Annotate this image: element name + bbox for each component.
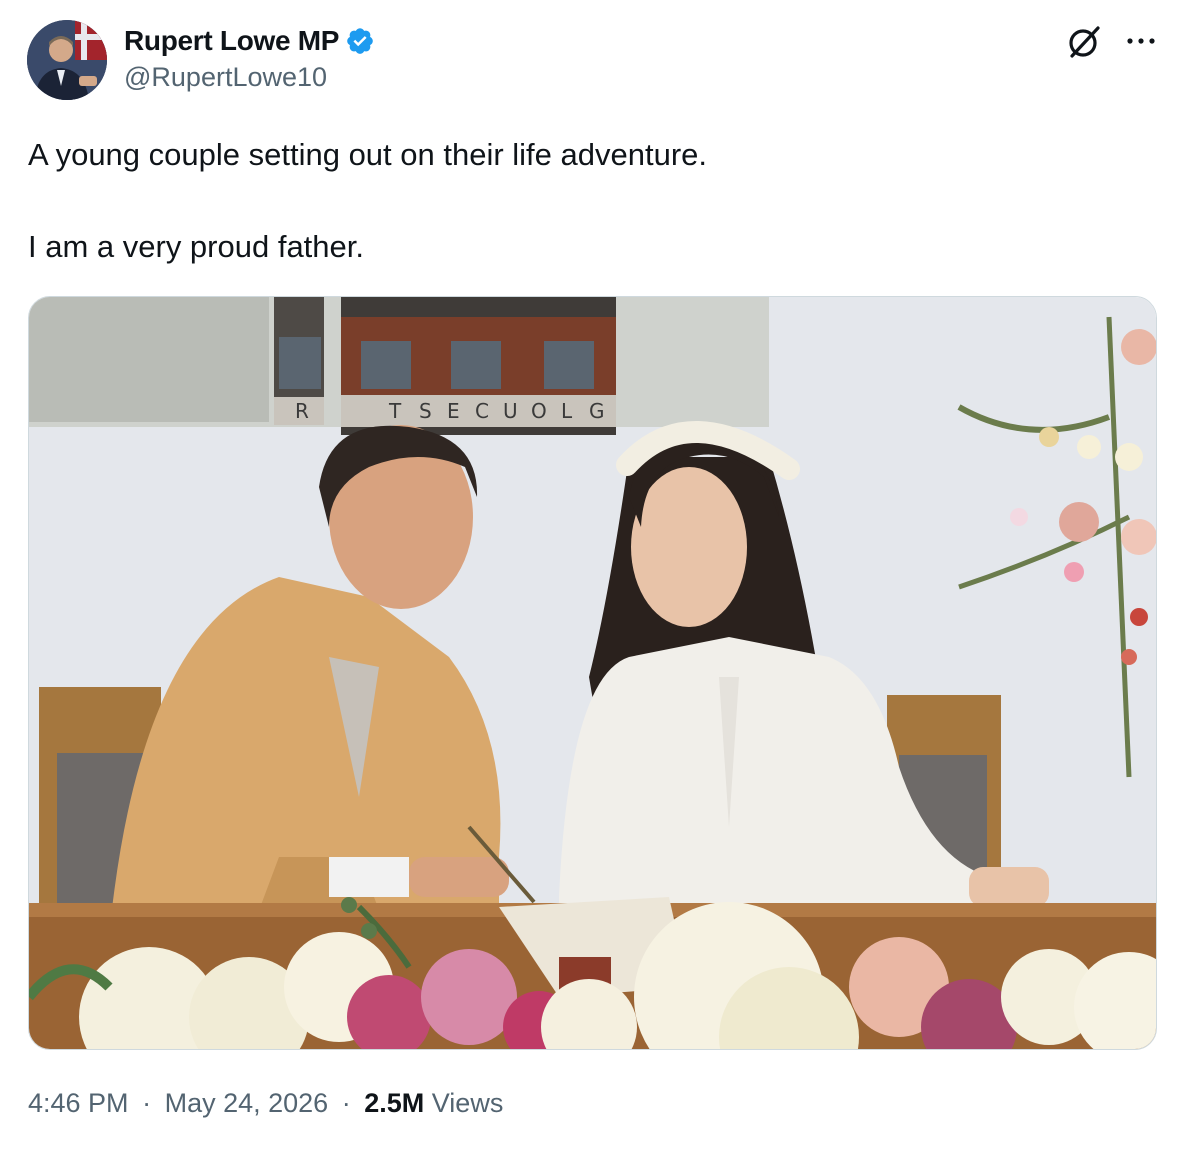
tweet-text-line: A young couple setting out on their life…: [28, 137, 708, 172]
tweet-meta: 4:46 PM · May 24, 2026 · 2.5M Views: [28, 1088, 503, 1119]
views-label[interactable]: Views: [432, 1088, 504, 1118]
svg-text:E: E: [447, 399, 460, 423]
svg-text:C: C: [475, 399, 489, 423]
avatar[interactable]: [27, 20, 107, 100]
meta-separator: ·: [142, 1088, 152, 1118]
svg-text:G: G: [589, 399, 605, 423]
wedding-photo-image: G L O U C E S T R: [29, 297, 1156, 1049]
tweet-time[interactable]: 4:46 PM: [28, 1088, 129, 1118]
tweet-photo[interactable]: G L O U C E S T R: [28, 296, 1157, 1050]
svg-text:R: R: [295, 399, 309, 423]
svg-text:L: L: [561, 399, 573, 423]
tweet-date[interactable]: May 24, 2026: [165, 1088, 329, 1118]
svg-text:O: O: [531, 399, 547, 423]
tweet-text-spacer: [28, 178, 1148, 224]
svg-text:S: S: [419, 399, 432, 423]
tweet-text-line: I am a very proud father.: [28, 229, 365, 264]
verified-badge-icon[interactable]: [345, 26, 375, 56]
svg-text:U: U: [503, 399, 518, 423]
meta-separator: ·: [341, 1088, 351, 1118]
author-handle[interactable]: @RupertLowe10: [124, 62, 327, 93]
grok-icon[interactable]: [1066, 24, 1102, 60]
more-options-icon[interactable]: [1124, 28, 1158, 54]
author-display-name[interactable]: Rupert Lowe MP: [124, 25, 339, 57]
profile-photo: [27, 20, 107, 100]
tweet-text: A young couple setting out on their life…: [28, 132, 1148, 270]
svg-text:T: T: [388, 399, 402, 423]
author-name-row[interactable]: Rupert Lowe MP: [124, 24, 375, 58]
views-count[interactable]: 2.5M: [364, 1088, 424, 1118]
